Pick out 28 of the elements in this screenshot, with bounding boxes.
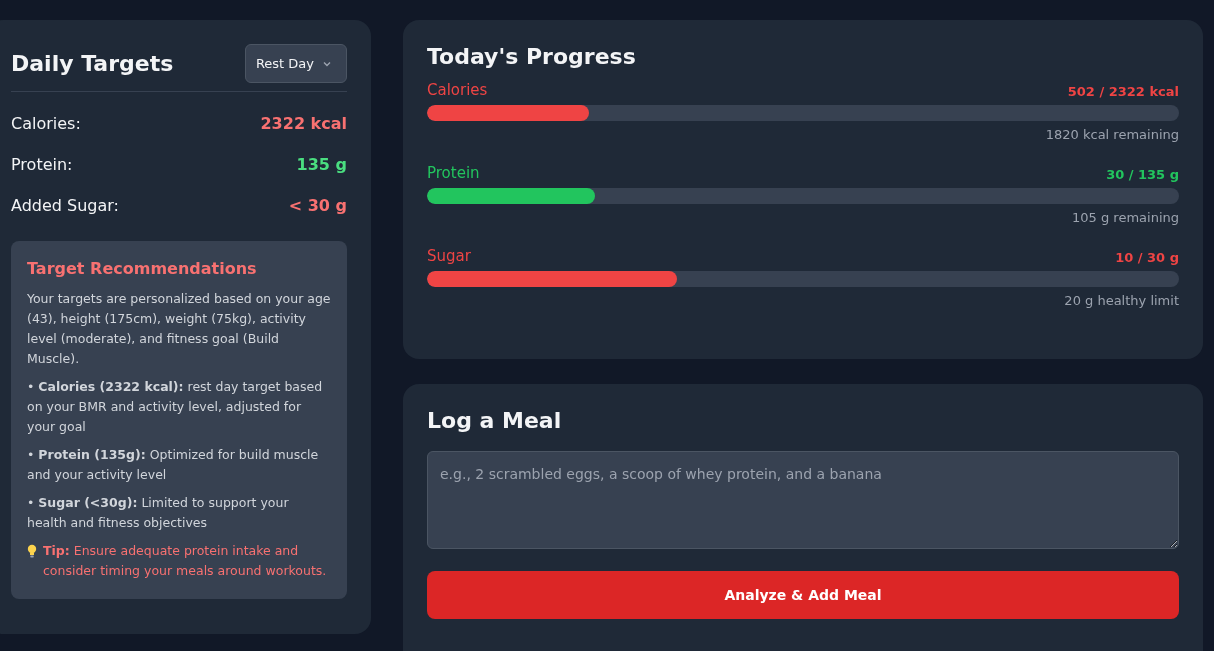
progress-note: 20 g healthy limit [1063, 293, 1179, 308]
target-value: < 30 g [288, 196, 347, 215]
recommendation-bullet: • Protein (135g): Optimized for build muscle and your activity level [27, 446, 320, 484]
target-label: Calories: [11, 114, 81, 133]
target-value: 2322 kcal [260, 114, 347, 133]
target-value: 135 g [296, 155, 347, 174]
analyze-button[interactable]: Analyze & Add Meal [427, 571, 1179, 619]
progress-reading: 502 / 2322 kcal [1067, 84, 1179, 99]
card-title: Log a Meal [427, 408, 563, 433]
panel-title: Target Recommendations [27, 259, 258, 279]
progress-note: 105 g remaining [1071, 210, 1179, 225]
progress-reading: 10 / 30 g [1115, 250, 1179, 265]
tip-text: Tip: Ensure adequate protein intake and consider timing your meals around workouts. [43, 542, 328, 580]
recommendation-text: Your targets are personalized based on your age (43), height (175cm), weight (75kg), activity level (moderate), and fitness goal (Build Muscle). [27, 290, 331, 368]
meal-input-field[interactable]: e.g., 2 scrambled eggs, a scoop of whey protein, and a banana [427, 451, 1179, 549]
card-title: Today's Progress [427, 44, 637, 69]
target-label: Protein: [11, 155, 73, 174]
card-title: Daily Targets [11, 51, 174, 76]
progress-label: Protein [427, 164, 480, 182]
progress-label: Calories [427, 81, 488, 99]
progress-reading: 30 / 135 g [1106, 167, 1179, 182]
progress-label: Sugar [427, 247, 471, 265]
lightbulb-icon [27, 544, 37, 558]
day-select[interactable]: Rest Day [244, 44, 347, 83]
recommendation-bullet: • Sugar (<30g): Limited to support your health and fitness objectives [27, 494, 290, 532]
progress-note: 1820 kcal remaining [1044, 127, 1179, 142]
target-label: Added Sugar: [11, 196, 119, 215]
recommendation-bullet: • Calories (2322 kcal): rest day target based on your BMR and activity level, adjusted for your goal [27, 378, 324, 436]
